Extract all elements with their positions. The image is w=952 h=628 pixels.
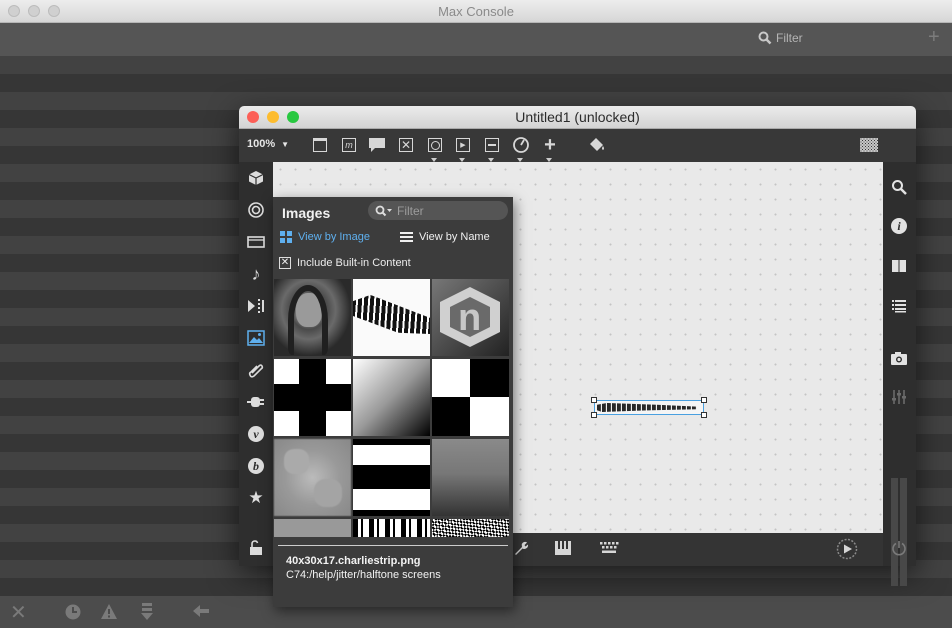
back-icon[interactable] [192,604,210,618]
image-thumbnail[interactable]: n [432,279,509,356]
selected-file-path: C74:/help/jitter/halftone screens [286,569,441,581]
chevron-down-icon: ▼ [281,139,290,149]
star-icon[interactable]: ★ [246,488,266,508]
search-icon [375,205,392,216]
images-filter-input[interactable]: Filter [368,201,508,220]
zoom-level: 100% [247,138,276,150]
console-titlebar: Max Console [0,0,952,23]
images-panel: Images Filter View by Image View by Name… [273,197,513,607]
clock-icon[interactable] [64,603,82,621]
console-title: Max Console [438,4,514,19]
image-object-content [597,403,697,412]
bpatcher-icon[interactable]: b [246,456,266,476]
new-object-icon[interactable] [310,135,330,155]
paint-bucket-icon[interactable] [587,135,607,155]
music-note-icon[interactable]: ♪ [246,264,266,284]
list-icon[interactable] [889,296,909,316]
camera-icon[interactable] [889,348,909,368]
play-icon[interactable] [836,538,858,565]
selected-file-name: 40x30x17.charliestrip.png [286,555,421,567]
grid-icon[interactable] [859,135,879,155]
clear-icon[interactable]: ✕ [10,600,27,625]
zoom-menu[interactable]: 100% ▼ [247,138,289,150]
message-icon[interactable]: m [339,135,359,155]
checkbox-checked-icon: ✕ [279,257,291,269]
search-icon [758,31,772,45]
grid-view-icon [280,231,292,243]
target-icon[interactable] [246,200,266,220]
info-icon[interactable]: i [889,216,909,236]
images-filter-placeholder: Filter [397,203,424,218]
image-thumbnail[interactable] [432,519,509,537]
playlist-icon[interactable] [246,296,266,316]
image-thumbnail[interactable] [274,279,351,356]
image-thumbnail[interactable] [432,359,509,436]
comment-icon[interactable] [367,135,387,155]
toggle-icon[interactable]: ✕ [396,135,416,155]
button-icon[interactable] [425,135,445,162]
resize-handle[interactable] [701,397,707,403]
piano-icon[interactable] [554,540,572,561]
package-icon[interactable] [246,168,266,188]
image-thumbnail[interactable] [353,519,430,537]
vizzie-icon[interactable]: v [246,424,266,444]
image-thumbnail[interactable] [274,519,351,537]
right-sidebar: i [883,162,916,586]
keyboard-icon[interactable] [599,541,619,560]
resize-handle[interactable] [591,397,597,403]
image-thumbnail[interactable] [274,359,351,436]
console-filter-placeholder: Filter [776,31,803,45]
left-sidebar: ♪ v b ★ [239,162,273,566]
patcher-title: Untitled1 (unlocked) [515,109,640,125]
media-icon[interactable] [246,232,266,252]
level-meter [900,478,907,586]
resize-handle[interactable] [701,412,707,418]
image-thumbnail[interactable] [274,439,351,516]
mixer-icon[interactable] [889,387,909,407]
search-icon[interactable] [889,177,909,197]
list-view-icon [400,232,413,242]
warning-icon[interactable] [100,603,118,620]
image-thumbnail[interactable] [353,439,430,516]
view-by-name-label: View by Name [419,231,490,243]
view-by-name-button[interactable]: View by Name [400,231,490,243]
book-icon[interactable] [889,256,909,276]
add-icon[interactable]: + [540,134,560,162]
playbar-icon[interactable]: ▶ [453,135,473,162]
image-thumbnail[interactable] [353,279,430,356]
level-meter [891,478,898,586]
dial-icon[interactable] [511,135,531,162]
console-filter[interactable]: Filter [758,31,803,45]
include-builtin-label: Include Built-in Content [297,257,411,269]
view-by-image-label: View by Image [298,231,370,243]
image-grid: n [273,279,513,537]
scroll-icon[interactable] [140,602,154,622]
resize-handle[interactable] [591,412,597,418]
console-toolbar [0,23,952,56]
wrench-icon[interactable] [513,540,529,561]
panel-divider [278,545,508,546]
include-builtin-checkbox[interactable]: ✕ Include Built-in Content [279,257,411,269]
patcher-titlebar: Untitled1 (unlocked) [239,106,916,129]
view-by-image-button[interactable]: View by Image [280,231,370,243]
plus-icon[interactable]: + [928,26,940,49]
panel-title: Images [282,205,331,221]
image-thumbnail[interactable] [353,359,430,436]
plug-icon[interactable] [246,392,266,412]
image-thumbnail[interactable] [432,439,509,516]
slider-icon[interactable] [482,135,502,162]
paperclip-icon[interactable] [246,360,266,380]
power-icon[interactable] [891,540,907,561]
image-icon[interactable] [246,328,266,348]
lock-icon[interactable] [246,538,266,558]
image-object[interactable] [591,397,707,418]
